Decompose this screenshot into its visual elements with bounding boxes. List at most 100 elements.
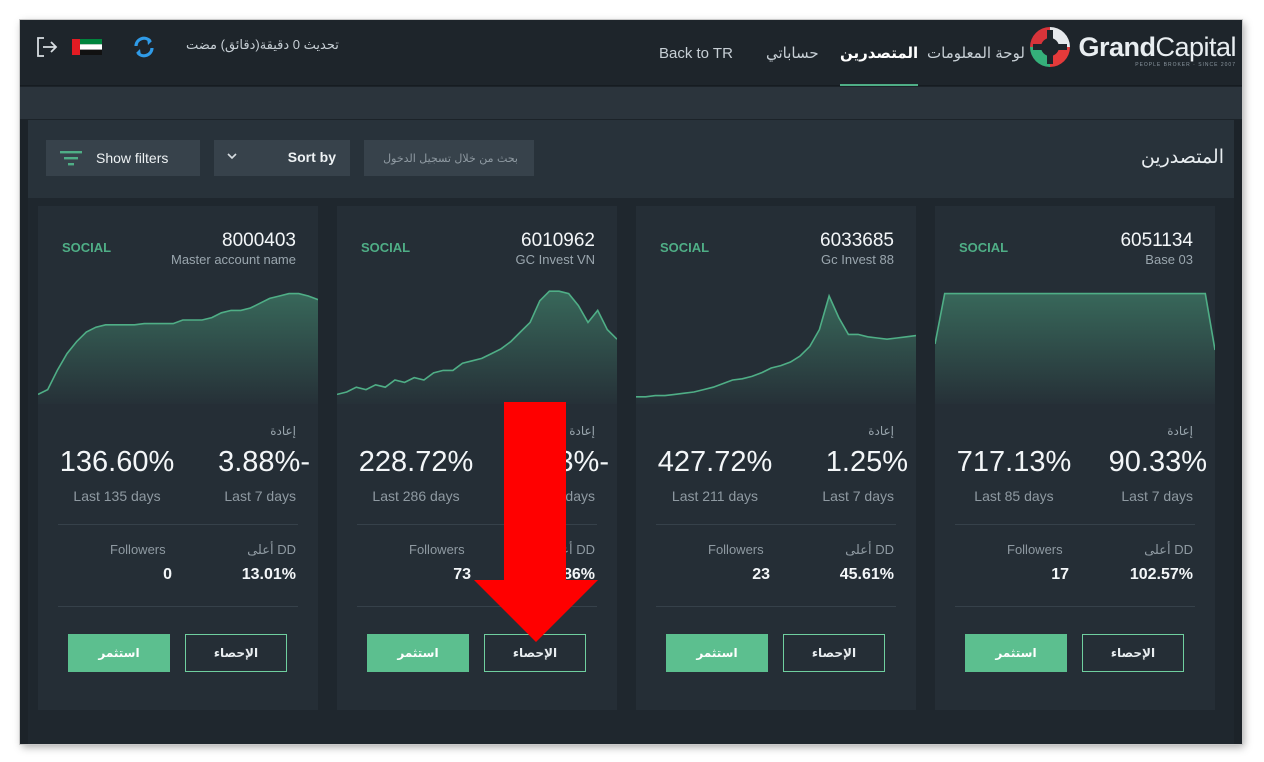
account-number: 6033685 — [820, 230, 894, 251]
weekly-return-value: 1.53%- — [517, 446, 609, 478]
uae-flag-icon[interactable] — [72, 37, 102, 57]
brand-tagline: PEOPLE BROKER · SINCE 2007 — [1135, 62, 1236, 68]
nav-back-to-tr[interactable]: Back to TR — [659, 20, 733, 86]
performance-chart — [935, 292, 1215, 404]
last-update-text: تحديث 0 دقيقة(دقائق) مضت — [186, 37, 339, 52]
leaders-toolbar: Show filters Sort by المتصدرين — [28, 120, 1234, 198]
invest-button[interactable]: استثمر — [367, 634, 469, 672]
grandcapital-logo-icon — [1030, 27, 1071, 67]
followers-value: 73 — [453, 566, 471, 583]
account-number: 8000403 — [222, 230, 296, 251]
invest-button[interactable]: استثمر — [666, 634, 768, 672]
total-period-label: Last 135 days — [73, 488, 161, 504]
followers-label: Followers — [110, 542, 166, 557]
divider — [955, 524, 1195, 525]
social-badge: SOCIAL — [660, 240, 710, 255]
refresh-icon[interactable] — [130, 33, 158, 61]
statistics-button[interactable]: الإحصاء — [185, 634, 287, 672]
filter-icon — [60, 151, 82, 166]
sub-header-strip — [20, 87, 1242, 119]
account-name: GC Invest VN — [515, 252, 595, 267]
account-number: 6051134 — [1120, 230, 1193, 251]
social-badge: SOCIAL — [361, 240, 411, 255]
brand-name: GrandCapital — [1078, 31, 1236, 62]
top-navbar: تحديث 0 دقيقة(دقائق) مضت Back to TR حساب… — [20, 20, 1242, 86]
weekly-period-label: Last 7 days — [1121, 488, 1193, 504]
nav-leaders[interactable]: المتصدرين — [840, 20, 919, 86]
followers-value: 23 — [752, 566, 770, 583]
divider — [58, 524, 298, 525]
return-label: إعادة — [1167, 424, 1193, 438]
page-title: المتصدرين — [1140, 146, 1224, 168]
chart-area — [636, 296, 916, 404]
max-dd-value: 102.57% — [1129, 566, 1193, 583]
leader-cards-grid: SOCIAL 8000403 Master account name إعادة… — [28, 198, 1234, 744]
weekly-return-value: 90.33% — [1108, 446, 1207, 478]
divider — [58, 606, 298, 607]
weekly-return-value: 3.88%- — [218, 446, 310, 478]
sort-by-dropdown[interactable]: Sort by — [214, 140, 350, 176]
weekly-period-label: Last 7 days — [224, 488, 296, 504]
leaders-panel: Show filters Sort by المتصدرين SOCIAL 80… — [28, 120, 1234, 744]
max-dd-label: أعلى DD — [546, 542, 595, 557]
divider — [357, 606, 597, 607]
show-filters-label: Show filters — [96, 150, 169, 166]
max-dd-label: أعلى DD — [247, 542, 296, 557]
nav-dashboard[interactable]: لوحة المعلومات — [927, 20, 1025, 86]
total-period-label: Last 286 days — [372, 488, 460, 504]
performance-chart — [38, 292, 318, 404]
account-number: 6010962 — [521, 230, 595, 251]
divider — [656, 524, 896, 525]
logout-icon[interactable] — [34, 34, 60, 60]
return-label: إعادة — [868, 424, 894, 438]
total-return-value: 228.72% — [358, 446, 474, 478]
invest-button[interactable]: استثمر — [965, 634, 1067, 672]
followers-label: Followers — [409, 542, 465, 557]
nav-my-accounts[interactable]: حساباتي — [766, 20, 819, 86]
statistics-button[interactable]: الإحصاء — [1082, 634, 1184, 672]
return-label: إعادة — [569, 424, 595, 438]
performance-chart — [337, 290, 617, 404]
max-dd-value: 13.01% — [241, 566, 296, 583]
total-return-value: 136.60% — [59, 446, 175, 478]
leader-card[interactable]: SOCIAL 8000403 Master account name إعادة… — [38, 206, 318, 710]
total-period-label: Last 211 days — [671, 488, 759, 504]
weekly-period-label: Last 7 days — [822, 488, 894, 504]
sort-by-label: Sort by — [287, 149, 336, 165]
account-name: Master account name — [170, 252, 296, 267]
chart-area — [337, 291, 617, 404]
statistics-button[interactable]: الإحصاء — [484, 634, 586, 672]
social-badge: SOCIAL — [62, 240, 112, 255]
leader-card[interactable]: SOCIAL 6033685 Gc Invest 88 إعادة 427.72… — [636, 206, 916, 710]
statistics-button[interactable]: الإحصاء — [783, 634, 885, 672]
max-dd-value: 45.61% — [839, 566, 894, 583]
total-return-value: 717.13% — [956, 446, 1072, 478]
followers-value: 17 — [1051, 566, 1069, 583]
leader-card[interactable]: SOCIAL 6010962 GC Invest VN إعادة 228.72… — [337, 206, 617, 710]
weekly-period-label: Last 7 days — [523, 488, 595, 504]
followers-label: Followers — [708, 542, 764, 557]
performance-chart — [636, 293, 916, 404]
show-filters-button[interactable]: Show filters — [46, 140, 200, 176]
max-dd-label: أعلى DD — [1144, 542, 1193, 557]
total-return-value: 427.72% — [657, 446, 773, 478]
login-search-input[interactable] — [364, 140, 534, 176]
chevron-down-icon — [227, 153, 237, 160]
app-window: تحديث 0 دقيقة(دقائق) مضت Back to TR حساب… — [20, 20, 1242, 744]
divider — [955, 606, 1195, 607]
followers-value: 0 — [163, 566, 172, 583]
divider — [656, 606, 896, 607]
chart-area — [38, 293, 318, 404]
max-dd-value: 15.86% — [540, 566, 595, 583]
invest-button[interactable]: استثمر — [68, 634, 170, 672]
account-name: Gc Invest 88 — [821, 252, 894, 267]
weekly-return-value: 1.25% — [825, 446, 908, 478]
account-name: Base 03 — [1145, 252, 1193, 267]
social-badge: SOCIAL — [959, 240, 1009, 255]
chart-area — [935, 293, 1215, 404]
return-label: إعادة — [270, 424, 296, 438]
followers-label: Followers — [1007, 542, 1063, 557]
divider — [357, 524, 597, 525]
max-dd-label: أعلى DD — [845, 542, 894, 557]
leader-card[interactable]: SOCIAL 6051134 Base 03 إعادة 717.13% 90.… — [935, 206, 1215, 710]
